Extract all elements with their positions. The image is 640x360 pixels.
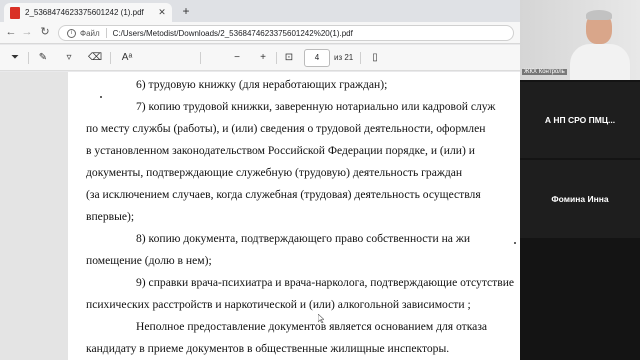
- forward-button[interactable]: →: [20, 25, 34, 39]
- read-aloud-icon[interactable]: Aᵃ: [120, 51, 134, 65]
- url-input[interactable]: i Файл C:/Users/Metodist/Downloads/2_536…: [58, 25, 514, 41]
- speaker-video: [586, 10, 612, 20]
- new-tab-button[interactable]: +: [178, 3, 194, 19]
- divider: [276, 52, 277, 64]
- doc-line: 7) копию трудовой книжки, заверенную нот…: [136, 100, 496, 113]
- divider: [200, 52, 201, 64]
- doc-line: кандидату в приеме документов в обществе…: [86, 342, 450, 355]
- pdf-toolbar: ⏷ ✎ ▿ ⌫ Aᵃ − + ⊡ 4 из 21 ▯: [0, 45, 520, 71]
- address-bar: ← → ↻ i Файл C:/Users/Metodist/Downloads…: [0, 22, 520, 44]
- fit-page-icon[interactable]: ⊡: [282, 51, 296, 65]
- highlight-icon[interactable]: ▿: [62, 51, 76, 65]
- doc-line: (за исключением случаев, когда служебная…: [86, 188, 481, 201]
- zoom-out-icon[interactable]: −: [230, 51, 244, 65]
- close-tab-icon[interactable]: ✕: [156, 7, 168, 18]
- pdf-viewer[interactable]: 6) трудовую книжку (для неработающих гра…: [0, 72, 520, 360]
- doc-line: в установленном законодательством Россий…: [86, 144, 475, 157]
- draw-icon[interactable]: ✎: [36, 51, 50, 65]
- pdf-page: 6) трудовую книжку (для неработающих гра…: [68, 72, 520, 360]
- speaker-video: [570, 44, 630, 80]
- url-text: C:/Users/Metodist/Downloads/2_5368474623…: [112, 28, 353, 38]
- doc-line: впервые);: [86, 210, 135, 223]
- pdf-icon: [10, 6, 20, 19]
- doc-line: Неполное предоставление документов являе…: [136, 320, 488, 333]
- scan-speck: [100, 96, 102, 98]
- doc-line: 8) копию документа, подтверждающего прав…: [136, 232, 471, 245]
- divider: [105, 28, 107, 38]
- doc-line: психических расстройств и наркотической …: [86, 298, 471, 311]
- mouse-cursor-icon: [318, 314, 324, 323]
- divider: [110, 52, 111, 64]
- filter-icon[interactable]: ⏷: [8, 51, 22, 65]
- page-total: из 21: [334, 53, 354, 62]
- back-button[interactable]: ←: [4, 25, 18, 39]
- browser-tab[interactable]: 2_5368474623375601242 (1).pdf ✕: [4, 3, 172, 22]
- tab-bar: 2_5368474623375601242 (1).pdf ✕ +: [0, 0, 520, 22]
- tab-title: 2_5368474623375601242 (1).pdf: [25, 8, 144, 17]
- webcam-tile[interactable]: ЖКХ Контроль: [520, 0, 640, 80]
- reload-button[interactable]: ↻: [38, 25, 52, 39]
- participant-tile[interactable]: А НП СРО ПМЦ...: [520, 82, 640, 158]
- erase-icon[interactable]: ⌫: [88, 51, 102, 65]
- participant-name: Фомина Инна: [551, 194, 609, 204]
- doc-line: помещение (долю в нем);: [86, 254, 212, 267]
- doc-line: по месту службы (работы), и (или) сведен…: [86, 122, 486, 135]
- participant-tile[interactable]: Фомина Инна: [520, 160, 640, 238]
- browser-window: 2_5368474623375601242 (1).pdf ✕ + ← → ↻ …: [0, 0, 520, 360]
- scan-speck: [514, 242, 516, 244]
- page-view-icon[interactable]: ▯: [368, 51, 382, 65]
- doc-line: документы, подтверждающие служебную (тру…: [86, 166, 463, 179]
- doc-line: 6) трудовую книжку (для неработающих гра…: [136, 78, 388, 91]
- divider: [28, 52, 29, 64]
- zoom-in-icon[interactable]: +: [256, 51, 270, 65]
- page-number-input[interactable]: 4: [304, 49, 330, 67]
- participant-name: А НП СРО ПМЦ...: [544, 115, 616, 125]
- doc-line: 9) справки врача-психиатра и врача-нарко…: [136, 276, 515, 289]
- info-icon[interactable]: i: [67, 28, 76, 38]
- scheme-label: Файл: [80, 28, 100, 38]
- divider: [360, 52, 361, 64]
- camera-label: ЖКХ Контроль: [522, 69, 567, 75]
